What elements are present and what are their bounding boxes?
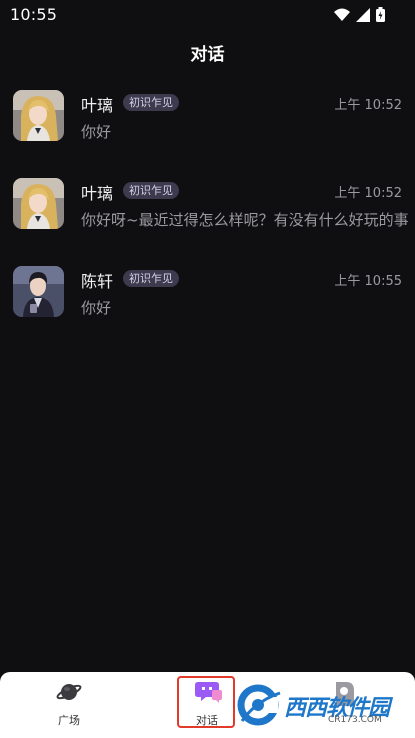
contact-name: 叶璃 — [81, 184, 114, 203]
battery-icon — [376, 7, 385, 22]
female-character-avatar[interactable] — [13, 178, 64, 229]
male-character-avatar[interactable] — [13, 266, 64, 317]
conversation-item[interactable]: 叶璃 初识乍见 上午 10:52 你好呀~最近过得怎么样呢？有没有什么好玩的事 — [0, 172, 415, 260]
active-tab-highlight — [177, 676, 235, 728]
nav-tab-plaza[interactable]: 广场 — [19, 672, 119, 738]
relationship-badge: 初识乍见 — [123, 270, 179, 287]
planet-icon — [56, 684, 82, 700]
contact-name: 陈轩 — [81, 272, 114, 291]
relationship-badge: 初识乍见 — [123, 94, 179, 111]
female-character-avatar[interactable] — [13, 90, 64, 141]
conversation-list: 叶璃 初识乍见 上午 10:52 你好 叶璃 初识乍见 上午 10:52 你好呀… — [0, 84, 415, 348]
status-icons — [334, 7, 385, 22]
wifi-icon — [334, 8, 350, 21]
message-time: 上午 10:52 — [334, 98, 402, 113]
page-title: 对话 — [190, 45, 225, 65]
message-preview: 你好呀~最近过得怎么样呢？有没有什么好玩的事 — [81, 211, 409, 229]
watermark-logo-icon — [237, 684, 281, 726]
message-preview: 你好 — [81, 299, 112, 317]
status-bar: 10:55 — [0, 0, 415, 30]
watermark-url: CR173.COM — [328, 715, 382, 725]
site-watermark: 西西软件园 CR173.COM — [236, 681, 406, 731]
conversation-item[interactable]: 叶璃 初识乍见 上午 10:52 你好 — [0, 84, 415, 172]
conversation-item[interactable]: 陈轩 初识乍见 上午 10:55 你好 — [0, 260, 415, 348]
signal-icon — [356, 7, 370, 22]
message-time: 上午 10:52 — [334, 186, 402, 201]
contact-name: 叶璃 — [81, 96, 114, 115]
status-time: 10:55 — [10, 5, 58, 24]
nav-label-plaza: 广场 — [58, 714, 80, 727]
message-preview: 你好 — [81, 123, 112, 141]
message-time: 上午 10:55 — [334, 274, 402, 289]
relationship-badge: 初识乍见 — [123, 182, 179, 199]
